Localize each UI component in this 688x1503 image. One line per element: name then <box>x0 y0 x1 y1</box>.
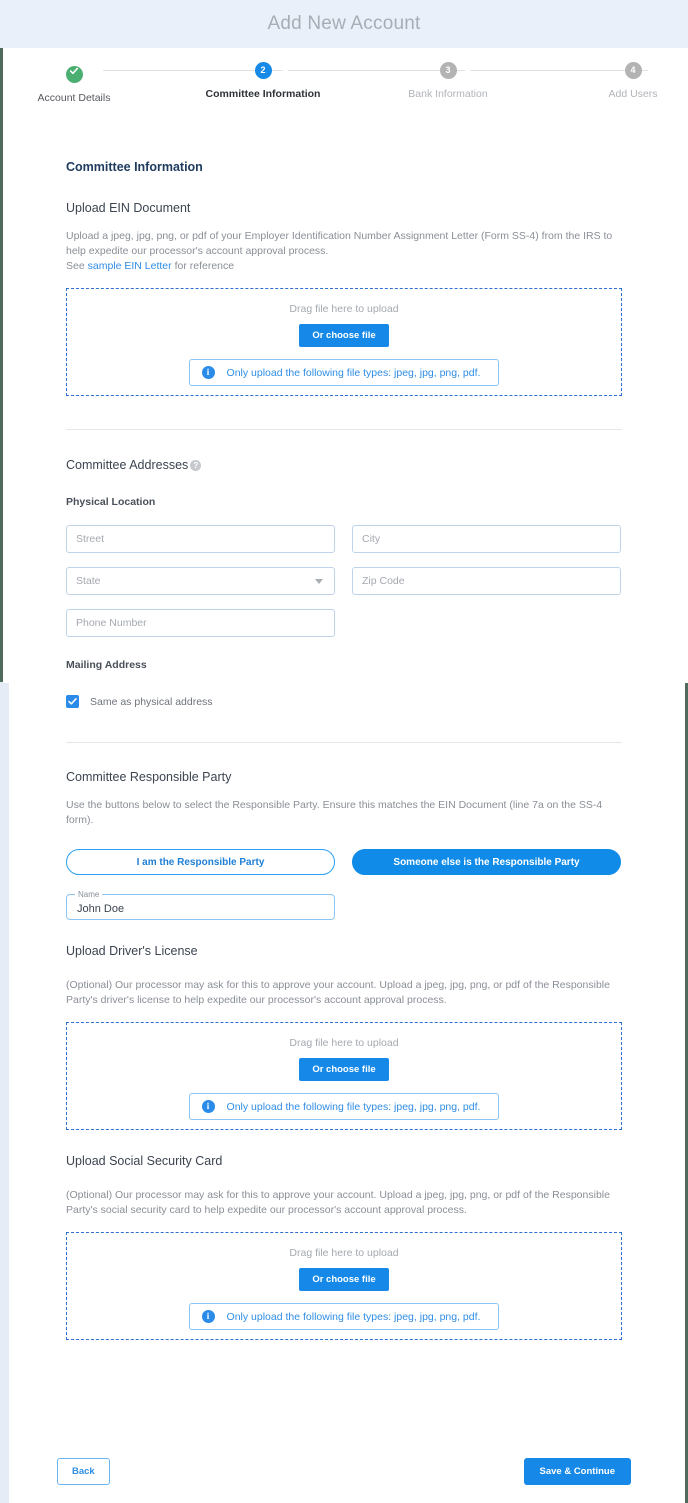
divider-1 <box>66 429 622 430</box>
responsible-party-description: Use the buttons below to select the Resp… <box>66 799 603 826</box>
same-as-physical-row[interactable]: Same as physical address <box>66 695 622 708</box>
step-2-circle: 2 <box>254 62 272 79</box>
phone-field-wrap <box>66 609 335 637</box>
responsible-party-name-field[interactable]: Name <box>66 890 335 920</box>
step-connector-3 <box>470 70 648 71</box>
page-title: Add New Account <box>267 13 421 34</box>
committee-addresses-heading: Committee Addresses ? <box>66 458 622 472</box>
dl-drag-text: Drag file here to upload <box>289 1037 399 1049</box>
step-add-users[interactable]: 4 Add Users <box>573 62 688 100</box>
upload-ein-description: Upload a jpeg, jpg, png, or pdf of your … <box>66 229 622 274</box>
ein-drag-text: Drag file here to upload <box>289 303 399 315</box>
left-gutter <box>0 682 9 1503</box>
sample-ein-letter-link[interactable]: sample EIN Letter <box>88 260 172 272</box>
state-field-wrap <box>66 567 335 595</box>
phone-number-input[interactable] <box>66 609 335 637</box>
info-icon: i <box>201 1310 215 1323</box>
left-edge-border <box>0 48 3 682</box>
zip-code-input[interactable] <box>352 567 621 595</box>
step-account-details[interactable]: Account Details <box>14 62 134 104</box>
wizard-card: Account Details 2 Committee Information … <box>9 48 679 1503</box>
name-input[interactable] <box>66 890 335 920</box>
ein-filetype-note: i Only upload the following file types: … <box>188 359 500 386</box>
social-security-dropzone[interactable]: Drag file here to upload Or choose file … <box>66 1232 622 1340</box>
city-field-wrap <box>352 525 621 553</box>
someone-else-responsible-party-button[interactable]: Someone else is the Responsible Party <box>352 849 621 875</box>
same-as-physical-label: Same as physical address <box>90 695 213 708</box>
step-bank-information[interactable]: 3 Bank Information <box>388 62 508 100</box>
window-header: Add New Account <box>0 0 688 48</box>
check-icon <box>68 698 77 705</box>
info-icon: i <box>201 366 215 379</box>
ss-choose-file-button[interactable]: Or choose file <box>299 1268 389 1291</box>
responsible-party-buttons: I am the Responsible Party Someone else … <box>66 849 622 875</box>
ein-dropzone[interactable]: Drag file here to upload Or choose file … <box>66 288 622 396</box>
form-content: Committee Information Upload EIN Documen… <box>9 160 679 1340</box>
social-security-title: Upload Social Security Card <box>66 1154 223 1168</box>
city-input[interactable] <box>352 525 621 553</box>
step-4-label: Add Users <box>608 88 658 100</box>
responsible-party-title: Committee Responsible Party <box>66 770 232 784</box>
street-field-wrap <box>66 525 335 553</box>
step-2-label: Committee Information <box>205 88 321 100</box>
ein-see-suffix: for reference <box>171 260 235 272</box>
divider-2 <box>66 742 622 743</box>
dl-choose-file-button[interactable]: Or choose file <box>299 1058 389 1081</box>
ein-filetype-text: Only upload the following file types: jp… <box>226 366 481 379</box>
drivers-license-dropzone[interactable]: Drag file here to upload Or choose file … <box>66 1022 622 1130</box>
social-security-description: (Optional) Our processor may ask for thi… <box>66 1189 610 1216</box>
mailing-address-label: Mailing Address <box>66 659 147 671</box>
ein-choose-file-button[interactable]: Or choose file <box>299 324 389 347</box>
save-and-continue-button[interactable]: Save & Continue <box>523 1458 631 1485</box>
step-3-circle: 3 <box>439 62 457 79</box>
physical-location-label: Physical Location <box>66 496 156 508</box>
wizard-footer: Back Save & Continue <box>9 1458 679 1485</box>
committee-addresses-title: Committee Addresses <box>66 458 189 472</box>
step-3-label: Bank Information <box>408 88 488 100</box>
dl-filetype-note: i Only upload the following file types: … <box>188 1093 500 1120</box>
drivers-license-description: (Optional) Our processor may ask for thi… <box>66 979 610 1006</box>
committee-information-heading: Committee Information <box>66 160 203 174</box>
drivers-license-title: Upload Driver's License <box>66 944 198 958</box>
check-icon <box>69 67 79 74</box>
back-button[interactable]: Back <box>57 1458 110 1485</box>
help-icon[interactable]: ? <box>190 459 202 471</box>
state-select[interactable] <box>66 567 335 595</box>
ein-desc-text: Upload a jpeg, jpg, png, or pdf of your … <box>66 230 613 257</box>
wizard-stepper: Account Details 2 Committee Information … <box>23 62 665 136</box>
step-committee-information[interactable]: 2 Committee Information <box>203 62 323 100</box>
street-input[interactable] <box>66 525 335 553</box>
step-connector-2 <box>288 70 465 71</box>
ss-drag-text: Drag file here to upload <box>289 1247 399 1259</box>
ein-see-prefix: See <box>66 260 88 272</box>
step-1-label: Account Details <box>37 91 111 104</box>
dl-filetype-text: Only upload the following file types: jp… <box>226 1100 481 1113</box>
upload-ein-title: Upload EIN Document <box>66 201 191 215</box>
physical-address-form <box>66 525 622 637</box>
info-icon: i <box>201 1100 215 1113</box>
same-as-physical-checkbox[interactable] <box>66 695 79 708</box>
page-frame: Account Details 2 Committee Information … <box>0 48 688 1503</box>
i-am-responsible-party-button[interactable]: I am the Responsible Party <box>66 849 335 875</box>
step-1-circle <box>65 65 83 83</box>
ss-filetype-text: Only upload the following file types: jp… <box>226 1310 481 1323</box>
step-4-circle: 4 <box>624 62 642 79</box>
zip-field-wrap <box>352 567 621 595</box>
ss-filetype-note: i Only upload the following file types: … <box>188 1303 500 1330</box>
